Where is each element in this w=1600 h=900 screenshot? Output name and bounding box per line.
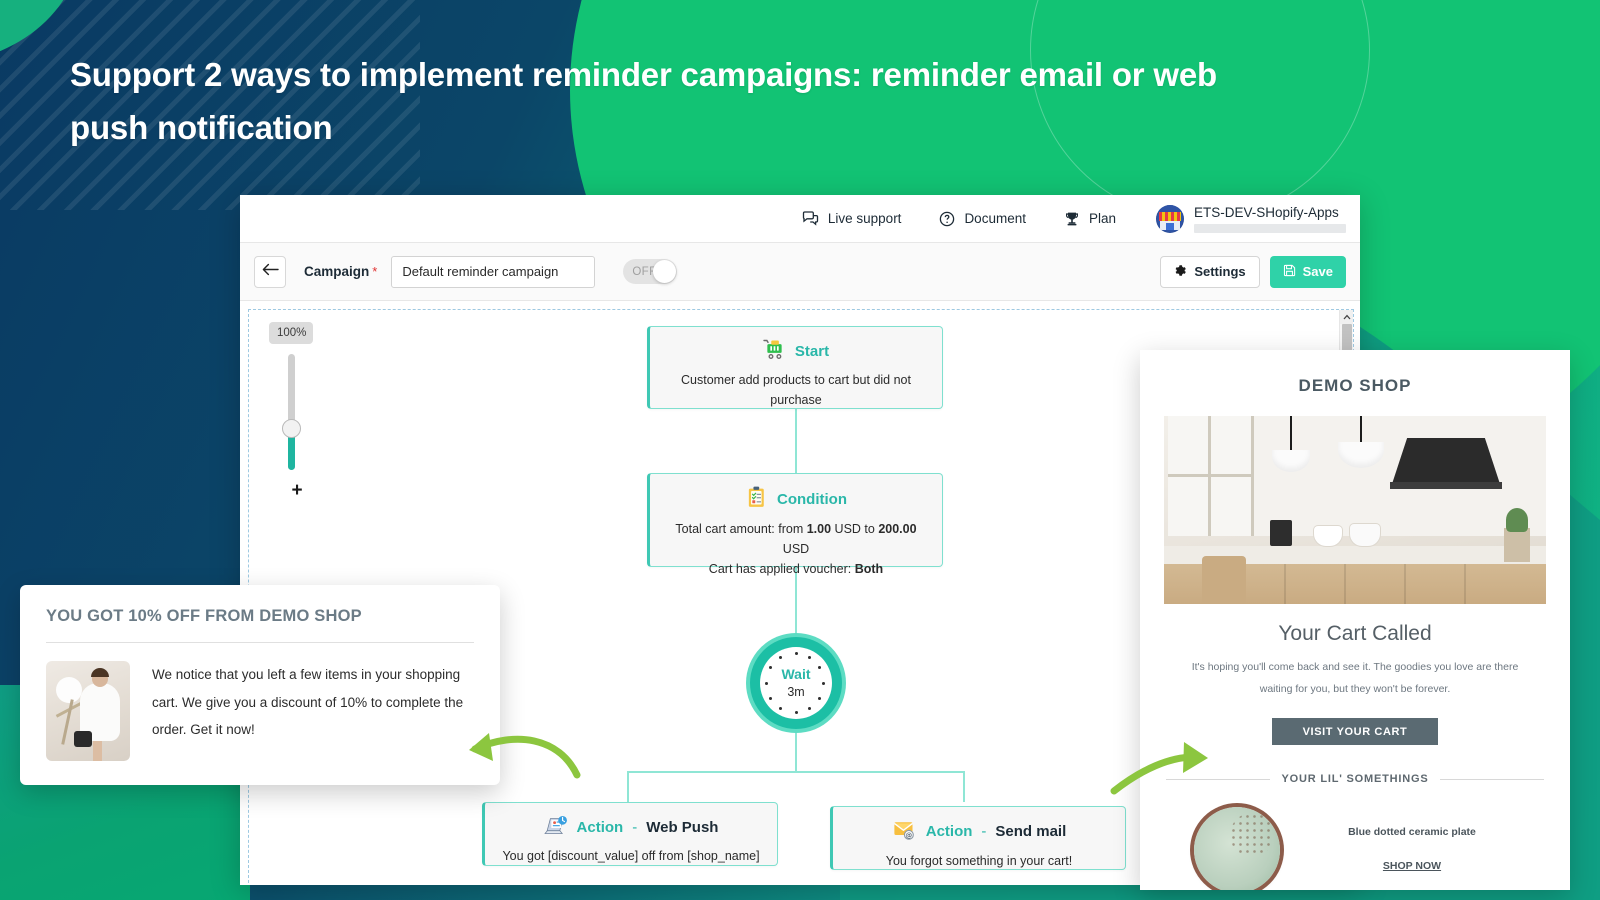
action-mail-dash: - bbox=[981, 823, 987, 840]
zoom-in-button[interactable]: + bbox=[269, 480, 325, 502]
topbar-item-document[interactable]: Document bbox=[939, 211, 1026, 227]
back-button[interactable] bbox=[254, 255, 286, 288]
condition-line1-mid: USD to bbox=[831, 522, 879, 536]
condition-line1-prefix: Total cart amount: from bbox=[675, 522, 807, 536]
connector-wait-to-branch bbox=[795, 729, 797, 771]
zoom-level-label: 100% bbox=[269, 322, 313, 344]
save-button[interactable]: Save bbox=[1269, 255, 1346, 288]
action-push-body: You got [discount_value] off from [shop_… bbox=[502, 849, 760, 863]
action-mail-body: You forgot something in your cart! bbox=[885, 854, 1073, 868]
condition-voucher-prefix: Cart has applied voucher: bbox=[708, 561, 855, 576]
campaign-status-toggle[interactable]: OFF bbox=[623, 259, 678, 284]
product-name: Blue dotted ceramic plate bbox=[1348, 826, 1476, 839]
web-push-body: We notice that you left a few items in y… bbox=[152, 667, 464, 738]
flow-node-start[interactable]: Start Customer add products to cart but … bbox=[647, 326, 943, 409]
required-marker: * bbox=[372, 264, 378, 279]
app-topbar: Live support Document Plan ETS-DEV-SHopi… bbox=[240, 195, 1360, 243]
clipboard-check-icon bbox=[745, 486, 768, 512]
email-product-row: Blue dotted ceramic plate SHOP NOW bbox=[1140, 807, 1570, 890]
email-heading: Your Cart Called bbox=[1278, 622, 1432, 645]
action-push-dash: - bbox=[632, 818, 638, 836]
svg-text:@: @ bbox=[905, 832, 912, 840]
email-paragraph: It's hoping you'll come back and see it.… bbox=[1191, 661, 1519, 696]
connector-branch-horizontal bbox=[627, 771, 965, 773]
flow-node-wait-title: Wait bbox=[781, 666, 811, 682]
email-brand-name: DEMO SHOP bbox=[1298, 376, 1412, 395]
action-mail-title: Action bbox=[925, 823, 973, 840]
condition-voucher-value: Both bbox=[854, 561, 884, 576]
chat-icon bbox=[802, 211, 819, 226]
zoom-slider-handle[interactable] bbox=[282, 419, 301, 438]
topbar-item-live-support[interactable]: Live support bbox=[802, 211, 902, 226]
save-label: Save bbox=[1302, 264, 1333, 279]
connector-branch-right bbox=[963, 771, 965, 802]
gear-icon bbox=[1174, 264, 1187, 280]
shopping-cart-icon bbox=[763, 339, 786, 363]
email-section-title: YOUR LIL' SOMETHINGS bbox=[1281, 773, 1429, 786]
arrow-left-icon bbox=[262, 263, 279, 281]
toggle-knob bbox=[653, 260, 677, 283]
question-circle-icon bbox=[939, 211, 955, 227]
flow-node-condition-body: Total cart amount: from 1.00 USD to 200.… bbox=[650, 512, 942, 590]
web-push-product-image bbox=[46, 661, 130, 761]
email-preview-card: DEMO SHOP Your Cart Called It's hoping y… bbox=[1140, 350, 1570, 890]
web-push-title: YOU GOT 10% OFF FROM DEMO SHOP bbox=[46, 607, 362, 625]
flow-node-start-title: Start bbox=[794, 342, 830, 360]
action-push-title: Action bbox=[576, 818, 624, 836]
topbar-item-plan[interactable]: Plan bbox=[1064, 211, 1116, 227]
account-name: ETS-DEV-SHopify-Apps bbox=[1194, 204, 1339, 220]
email-section-divider: YOUR LIL' SOMETHINGS bbox=[1166, 773, 1545, 786]
flow-node-action-web-push[interactable]: Action - Web Push You got [discount_valu… bbox=[482, 802, 778, 866]
flow-node-wait-duration: 3m bbox=[787, 685, 805, 699]
action-mail-subtitle: Send mail bbox=[995, 823, 1067, 840]
condition-max-amount: 200.00 bbox=[878, 522, 917, 536]
condition-line-1: Total cart amount: from 1.00 USD to 200.… bbox=[662, 520, 930, 560]
account-subtitle-placeholder bbox=[1194, 223, 1346, 233]
flow-node-condition[interactable]: Condition Total cart amount: from 1.00 U… bbox=[647, 473, 943, 576]
clock-face: Wait 3m bbox=[760, 647, 832, 719]
campaign-name-input[interactable] bbox=[391, 255, 596, 288]
chevron-up-icon[interactable] bbox=[1340, 310, 1353, 324]
zoom-control: 100% + bbox=[269, 322, 321, 502]
flow-node-action-send-mail[interactable]: @ Action - Send mail You forgot somethin… bbox=[830, 806, 1126, 870]
campaign-toolbar: Campaign * OFF Settings bbox=[240, 243, 1360, 301]
page-headline: Support 2 ways to implement reminder cam… bbox=[70, 56, 1218, 147]
product-image bbox=[1194, 807, 1280, 890]
campaign-field-label: Campaign bbox=[304, 264, 370, 279]
condition-line1-suffix: USD bbox=[782, 541, 810, 556]
shop-now-link[interactable]: SHOP NOW bbox=[1383, 860, 1441, 872]
avatar bbox=[1156, 204, 1184, 233]
settings-label: Settings bbox=[1194, 264, 1246, 279]
email-icon: @ bbox=[892, 819, 917, 844]
topbar-label: Live support bbox=[827, 211, 902, 226]
trophy-icon bbox=[1064, 211, 1080, 227]
topbar-label: Document bbox=[964, 211, 1026, 226]
zoom-slider-track[interactable] bbox=[282, 354, 301, 470]
flow-node-condition-title: Condition bbox=[777, 490, 847, 508]
flow-node-wait[interactable]: Wait 3m bbox=[750, 637, 842, 729]
topbar-label: Plan bbox=[1088, 211, 1116, 226]
action-push-subtitle: Web Push bbox=[646, 818, 719, 836]
visit-cart-button[interactable]: VISIT YOUR CART bbox=[1272, 718, 1438, 746]
flow-node-start-body: Customer add products to cart but did no… bbox=[681, 373, 911, 407]
condition-line-2: Cart has applied voucher: Both bbox=[662, 560, 930, 580]
account-menu[interactable]: ETS-DEV-SHopify-Apps bbox=[1156, 204, 1346, 233]
save-disk-icon bbox=[1283, 264, 1296, 280]
condition-min-amount: 1.00 bbox=[806, 522, 832, 536]
web-push-preview-card: YOU GOT 10% OFF FROM DEMO SHOP We notice… bbox=[20, 585, 500, 785]
settings-button[interactable]: Settings bbox=[1160, 255, 1260, 288]
email-hero-image bbox=[1164, 416, 1546, 604]
web-push-icon bbox=[543, 815, 568, 839]
divider bbox=[46, 642, 474, 643]
connector-branch-left bbox=[627, 771, 629, 802]
